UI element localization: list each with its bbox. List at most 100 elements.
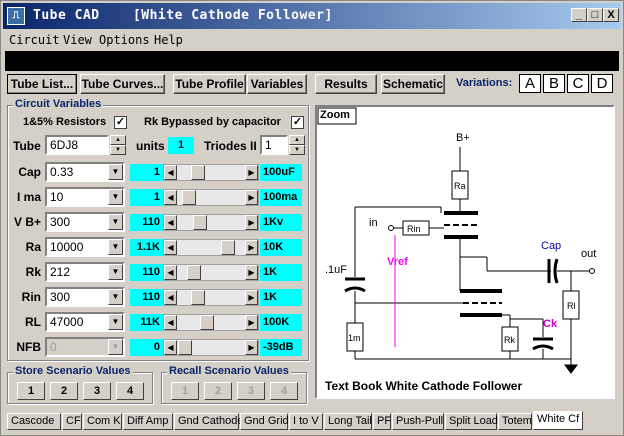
store-2-button[interactable]: 2 — [50, 382, 78, 400]
scroll-right-icon[interactable]: ▶ — [245, 290, 258, 305]
slider-thumb[interactable] — [191, 290, 205, 305]
tab-diff-amp[interactable]: Diff Amp — [123, 413, 173, 430]
rk-combo[interactable]: 212 ▼ — [45, 262, 125, 282]
tab-gnd-cathode[interactable]: Gnd Cathode — [174, 413, 243, 430]
scroll-right-icon[interactable]: ▶ — [245, 315, 258, 330]
triodes-spinner[interactable]: ▲ ▼ — [289, 135, 305, 155]
recall-title: Recall Scenario Values — [167, 365, 291, 377]
close-button[interactable]: X — [603, 8, 619, 22]
variation-d-button[interactable]: D — [591, 74, 613, 93]
variation-a-button[interactable]: A — [519, 74, 541, 93]
rl-combo[interactable]: 47000 ▼ — [45, 312, 125, 332]
scroll-left-icon[interactable]: ◀ — [164, 265, 177, 280]
i-ma-slider[interactable]: ◀ ▶ — [163, 189, 259, 206]
tube-profile-button[interactable]: Tube Profile — [173, 74, 246, 94]
recall-2-button[interactable]: 2 — [204, 382, 232, 400]
chevron-down-icon[interactable]: ▼ — [108, 189, 123, 205]
scroll-left-icon[interactable]: ◀ — [164, 290, 177, 305]
ra-combo[interactable]: 10000 ▼ — [45, 237, 125, 257]
variables-button[interactable]: Variables — [247, 74, 307, 94]
recall-4-button[interactable]: 4 — [270, 382, 298, 400]
scroll-left-icon[interactable]: ◀ — [164, 165, 177, 180]
scroll-right-icon[interactable]: ▶ — [245, 240, 258, 255]
rin-value: 300 — [50, 290, 71, 304]
variation-b-button[interactable]: B — [543, 74, 565, 93]
scroll-left-icon[interactable]: ◀ — [164, 340, 177, 355]
menu-help[interactable]: Help — [154, 33, 183, 47]
resistors-checkbox[interactable]: ✓ — [114, 116, 127, 129]
tab-totem[interactable]: Totem — [498, 413, 532, 430]
variation-c-button[interactable]: C — [567, 74, 589, 93]
scroll-left-icon[interactable]: ◀ — [164, 315, 177, 330]
scroll-right-icon[interactable]: ▶ — [245, 165, 258, 180]
rk-label: Rk — [504, 335, 515, 345]
slider-thumb[interactable] — [187, 265, 201, 280]
scroll-right-icon[interactable]: ▶ — [245, 265, 258, 280]
tube-input[interactable]: 6DJ8 — [45, 135, 109, 155]
scroll-left-icon[interactable]: ◀ — [164, 215, 177, 230]
title-bar[interactable]: ⎍ Tube CAD [White Cathode Follower] _ □ … — [3, 3, 621, 29]
slider-thumb[interactable] — [200, 315, 214, 330]
cap-slider[interactable]: ◀ ▶ — [163, 164, 259, 181]
ra-slider[interactable]: ◀ ▶ — [163, 239, 259, 256]
store-3-button[interactable]: 3 — [83, 382, 111, 400]
triodes-input[interactable]: 1 — [260, 135, 288, 155]
tab-cascode[interactable]: Cascode — [7, 413, 61, 430]
tab-pf[interactable]: PF — [373, 413, 391, 430]
rin-slider[interactable]: ◀ ▶ — [163, 289, 259, 306]
doc-title: [White Cathode Follower] — [132, 8, 333, 23]
v-b--combo[interactable]: 300 ▼ — [45, 212, 125, 232]
tube-curves-button[interactable]: Tube Curves... — [80, 74, 165, 94]
chevron-down-icon[interactable]: ▼ — [108, 264, 123, 280]
tab-long-tail[interactable]: Long Tail — [324, 413, 372, 430]
scroll-right-icon[interactable]: ▶ — [245, 215, 258, 230]
minimize-button[interactable]: _ — [571, 8, 587, 22]
chevron-down-icon[interactable]: ▼ — [108, 314, 123, 330]
recall-3-button[interactable]: 3 — [237, 382, 265, 400]
rl-slider[interactable]: ◀ ▶ — [163, 314, 259, 331]
i-ma-combo[interactable]: 10 ▼ — [45, 187, 125, 207]
scroll-left-icon[interactable]: ◀ — [164, 190, 177, 205]
rk-slider[interactable]: ◀ ▶ — [163, 264, 259, 281]
tube-spinner[interactable]: ▲ ▼ — [110, 135, 126, 155]
tab-split-load[interactable]: Split Load — [445, 413, 498, 430]
chevron-down-icon[interactable]: ▼ — [108, 339, 123, 355]
menu-circuit[interactable]: Circuit — [9, 33, 60, 47]
tab-com-k[interactable]: Com K — [83, 413, 122, 430]
nfb-combo[interactable]: 0 ▼ — [45, 337, 125, 357]
slider-thumb[interactable] — [221, 240, 235, 255]
rin-combo[interactable]: 300 ▼ — [45, 287, 125, 307]
rin-unit: 1K — [260, 289, 302, 306]
slider-thumb[interactable] — [193, 215, 207, 230]
chevron-down-icon[interactable]: ▼ — [108, 164, 123, 180]
tab-white-cf[interactable]: White Cf — [533, 411, 583, 430]
results-button[interactable]: Results — [315, 74, 377, 94]
slider-thumb[interactable] — [178, 340, 192, 355]
store-1-button[interactable]: 1 — [17, 382, 45, 400]
scroll-right-icon[interactable]: ▶ — [245, 190, 258, 205]
scroll-left-icon[interactable]: ◀ — [164, 240, 177, 255]
rk-bypass-checkbox[interactable]: ✓ — [291, 116, 304, 129]
zoom-label[interactable]: Zoom — [320, 109, 350, 121]
chevron-down-icon[interactable]: ▼ — [108, 239, 123, 255]
nfb-slider[interactable]: ◀ ▶ — [163, 339, 259, 356]
cap-combo[interactable]: 0.33 ▼ — [45, 162, 125, 182]
chevron-down-icon[interactable]: ▼ — [108, 289, 123, 305]
slider-thumb[interactable] — [191, 165, 205, 180]
maximize-button[interactable]: □ — [587, 8, 603, 22]
tube-list-button[interactable]: Tube List... — [7, 74, 77, 94]
store-4-button[interactable]: 4 — [116, 382, 144, 400]
rl-unit: 100K — [260, 314, 302, 331]
menu-view[interactable]: View — [63, 33, 92, 47]
scroll-right-icon[interactable]: ▶ — [245, 340, 258, 355]
tab-gnd-grid[interactable]: Gnd Grid — [240, 413, 289, 430]
recall-1-button[interactable]: 1 — [171, 382, 199, 400]
chevron-down-icon[interactable]: ▼ — [108, 214, 123, 230]
tab-i-to-v[interactable]: I to V — [289, 413, 323, 430]
schematic-button[interactable]: Schematic — [381, 74, 445, 94]
tab-push-pull[interactable]: Push-Pull — [392, 413, 444, 430]
tab-cf[interactable]: CF — [62, 413, 82, 430]
menu-options[interactable]: Options — [99, 33, 150, 47]
slider-thumb[interactable] — [182, 190, 196, 205]
v-b--slider[interactable]: ◀ ▶ — [163, 214, 259, 231]
